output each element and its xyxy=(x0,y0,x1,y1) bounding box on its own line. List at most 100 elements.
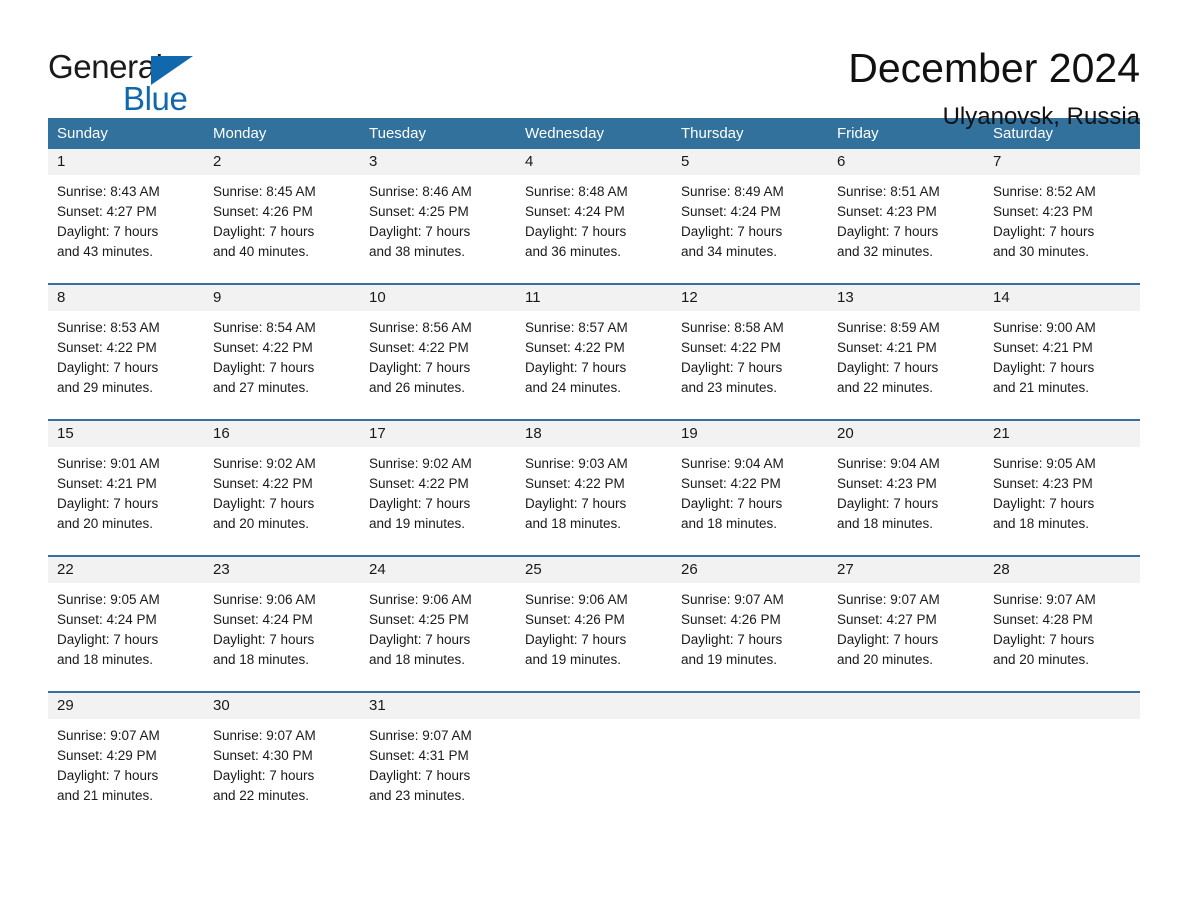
daylight-text-line2: and 32 minutes. xyxy=(837,244,934,259)
daylight-text-line1: Daylight: 7 hours xyxy=(369,768,471,783)
daylight-text-line2: and 38 minutes. xyxy=(369,244,466,259)
day-cell[interactable]: 1 Sunrise: 8:43 AM Sunset: 4:27 PM Dayli… xyxy=(48,149,204,283)
day-number-band: 24 xyxy=(360,557,516,583)
daylight-text-line2: and 30 minutes. xyxy=(993,244,1090,259)
day-cell[interactable]: 12 Sunrise: 8:58 AM Sunset: 4:22 PM Dayl… xyxy=(672,285,828,419)
daylight-text-line1: Daylight: 7 hours xyxy=(57,632,159,647)
day-number-band: 27 xyxy=(828,557,984,583)
day-number-band xyxy=(984,693,1140,719)
day-cell[interactable]: 16 Sunrise: 9:02 AM Sunset: 4:22 PM Dayl… xyxy=(204,421,360,555)
weekday-header-monday: Monday xyxy=(213,125,267,142)
daylight-text-line1: Daylight: 7 hours xyxy=(993,360,1095,375)
day-cell[interactable]: 25 Sunrise: 9:06 AM Sunset: 4:26 PM Dayl… xyxy=(516,557,672,691)
daylight-text-line2: and 20 minutes. xyxy=(57,516,154,531)
weekday-header-friday: Friday xyxy=(837,125,879,142)
day-number-band: 31 xyxy=(360,693,516,719)
sunrise-text: Sunrise: 8:46 AM xyxy=(369,184,472,199)
day-number: 8 xyxy=(57,289,66,306)
logo-text-general: General xyxy=(48,48,163,85)
day-cell[interactable]: 6 Sunrise: 8:51 AM Sunset: 4:23 PM Dayli… xyxy=(828,149,984,283)
sunset-text: Sunset: 4:21 PM xyxy=(57,476,157,491)
day-cell[interactable]: 28 Sunrise: 9:07 AM Sunset: 4:28 PM Dayl… xyxy=(984,557,1140,691)
day-cell[interactable]: 4 Sunrise: 8:48 AM Sunset: 4:24 PM Dayli… xyxy=(516,149,672,283)
sunset-text: Sunset: 4:26 PM xyxy=(213,204,313,219)
logo-text-blue: Blue xyxy=(123,80,188,117)
day-number: 14 xyxy=(993,289,1010,306)
day-details: Sunrise: 8:49 AM Sunset: 4:24 PM Dayligh… xyxy=(672,175,828,262)
day-cell[interactable]: 3 Sunrise: 8:46 AM Sunset: 4:25 PM Dayli… xyxy=(360,149,516,283)
sunrise-text: Sunrise: 8:58 AM xyxy=(681,320,784,335)
daylight-text-line2: and 20 minutes. xyxy=(213,516,310,531)
weekday-header-thursday: Thursday xyxy=(681,125,744,142)
daylight-text-line1: Daylight: 7 hours xyxy=(525,360,627,375)
daylight-text-line1: Daylight: 7 hours xyxy=(369,632,471,647)
day-cell-empty xyxy=(672,693,828,827)
day-cell[interactable]: 2 Sunrise: 8:45 AM Sunset: 4:26 PM Dayli… xyxy=(204,149,360,283)
day-cell[interactable]: 5 Sunrise: 8:49 AM Sunset: 4:24 PM Dayli… xyxy=(672,149,828,283)
day-number-band: 17 xyxy=(360,421,516,447)
daylight-text-line2: and 18 minutes. xyxy=(213,652,310,667)
day-cell[interactable]: 18 Sunrise: 9:03 AM Sunset: 4:22 PM Dayl… xyxy=(516,421,672,555)
daylight-text-line1: Daylight: 7 hours xyxy=(57,224,159,239)
daylight-text-line1: Daylight: 7 hours xyxy=(525,632,627,647)
day-cell[interactable]: 21 Sunrise: 9:05 AM Sunset: 4:23 PM Dayl… xyxy=(984,421,1140,555)
day-details: Sunrise: 8:57 AM Sunset: 4:22 PM Dayligh… xyxy=(516,311,672,398)
sunrise-text: Sunrise: 9:06 AM xyxy=(525,592,628,607)
day-cell[interactable]: 7 Sunrise: 8:52 AM Sunset: 4:23 PM Dayli… xyxy=(984,149,1140,283)
day-cell[interactable]: 27 Sunrise: 9:07 AM Sunset: 4:27 PM Dayl… xyxy=(828,557,984,691)
sunset-text: Sunset: 4:22 PM xyxy=(525,340,625,355)
sunset-text: Sunset: 4:22 PM xyxy=(213,340,313,355)
day-details: Sunrise: 9:01 AM Sunset: 4:21 PM Dayligh… xyxy=(48,447,204,534)
day-cell[interactable]: 15 Sunrise: 9:01 AM Sunset: 4:21 PM Dayl… xyxy=(48,421,204,555)
day-cell[interactable]: 30 Sunrise: 9:07 AM Sunset: 4:30 PM Dayl… xyxy=(204,693,360,827)
sunrise-text: Sunrise: 9:07 AM xyxy=(213,728,316,743)
day-cell[interactable]: 17 Sunrise: 9:02 AM Sunset: 4:22 PM Dayl… xyxy=(360,421,516,555)
week-row: 22 Sunrise: 9:05 AM Sunset: 4:24 PM Dayl… xyxy=(48,555,1140,691)
sunset-text: Sunset: 4:22 PM xyxy=(369,340,469,355)
day-cell[interactable]: 20 Sunrise: 9:04 AM Sunset: 4:23 PM Dayl… xyxy=(828,421,984,555)
day-cell-empty xyxy=(516,693,672,827)
day-number: 12 xyxy=(681,289,698,306)
day-cell[interactable]: 19 Sunrise: 9:04 AM Sunset: 4:22 PM Dayl… xyxy=(672,421,828,555)
day-number: 11 xyxy=(525,289,541,306)
day-details: Sunrise: 8:48 AM Sunset: 4:24 PM Dayligh… xyxy=(516,175,672,262)
day-cell[interactable]: 14 Sunrise: 9:00 AM Sunset: 4:21 PM Dayl… xyxy=(984,285,1140,419)
day-cell[interactable]: 26 Sunrise: 9:07 AM Sunset: 4:26 PM Dayl… xyxy=(672,557,828,691)
day-cell[interactable]: 8 Sunrise: 8:53 AM Sunset: 4:22 PM Dayli… xyxy=(48,285,204,419)
day-cell[interactable]: 11 Sunrise: 8:57 AM Sunset: 4:22 PM Dayl… xyxy=(516,285,672,419)
generalblue-logo[interactable]: General Blue xyxy=(48,44,208,116)
daylight-text-line1: Daylight: 7 hours xyxy=(369,224,471,239)
day-number-band xyxy=(516,693,672,719)
sunrise-text: Sunrise: 8:59 AM xyxy=(837,320,940,335)
day-details: Sunrise: 8:59 AM Sunset: 4:21 PM Dayligh… xyxy=(828,311,984,398)
daylight-text-line1: Daylight: 7 hours xyxy=(681,224,783,239)
day-details: Sunrise: 9:03 AM Sunset: 4:22 PM Dayligh… xyxy=(516,447,672,534)
day-details: Sunrise: 9:05 AM Sunset: 4:23 PM Dayligh… xyxy=(984,447,1140,534)
daylight-text-line2: and 18 minutes. xyxy=(57,652,154,667)
day-cell[interactable]: 31 Sunrise: 9:07 AM Sunset: 4:31 PM Dayl… xyxy=(360,693,516,827)
daylight-text-line2: and 22 minutes. xyxy=(213,788,310,803)
day-cell[interactable]: 13 Sunrise: 8:59 AM Sunset: 4:21 PM Dayl… xyxy=(828,285,984,419)
daylight-text-line2: and 43 minutes. xyxy=(57,244,154,259)
daylight-text-line1: Daylight: 7 hours xyxy=(837,496,939,511)
daylight-text-line2: and 22 minutes. xyxy=(837,380,934,395)
day-cell[interactable]: 24 Sunrise: 9:06 AM Sunset: 4:25 PM Dayl… xyxy=(360,557,516,691)
sunset-text: Sunset: 4:21 PM xyxy=(837,340,937,355)
daylight-text-line2: and 18 minutes. xyxy=(525,516,622,531)
day-details: Sunrise: 9:07 AM Sunset: 4:27 PM Dayligh… xyxy=(828,583,984,670)
day-number: 9 xyxy=(213,289,222,306)
daylight-text-line1: Daylight: 7 hours xyxy=(525,224,627,239)
day-details: Sunrise: 9:07 AM Sunset: 4:31 PM Dayligh… xyxy=(360,719,516,806)
sunset-text: Sunset: 4:21 PM xyxy=(993,340,1093,355)
day-number-band: 29 xyxy=(48,693,204,719)
day-number: 18 xyxy=(525,425,542,442)
daylight-text-line2: and 18 minutes. xyxy=(369,652,466,667)
day-cell[interactable]: 22 Sunrise: 9:05 AM Sunset: 4:24 PM Dayl… xyxy=(48,557,204,691)
week-row: 15 Sunrise: 9:01 AM Sunset: 4:21 PM Dayl… xyxy=(48,419,1140,555)
day-cell[interactable]: 9 Sunrise: 8:54 AM Sunset: 4:22 PM Dayli… xyxy=(204,285,360,419)
day-cell[interactable]: 10 Sunrise: 8:56 AM Sunset: 4:22 PM Dayl… xyxy=(360,285,516,419)
sunset-text: Sunset: 4:31 PM xyxy=(369,748,469,763)
day-cell[interactable]: 29 Sunrise: 9:07 AM Sunset: 4:29 PM Dayl… xyxy=(48,693,204,827)
day-cell[interactable]: 23 Sunrise: 9:06 AM Sunset: 4:24 PM Dayl… xyxy=(204,557,360,691)
daylight-text-line1: Daylight: 7 hours xyxy=(525,496,627,511)
